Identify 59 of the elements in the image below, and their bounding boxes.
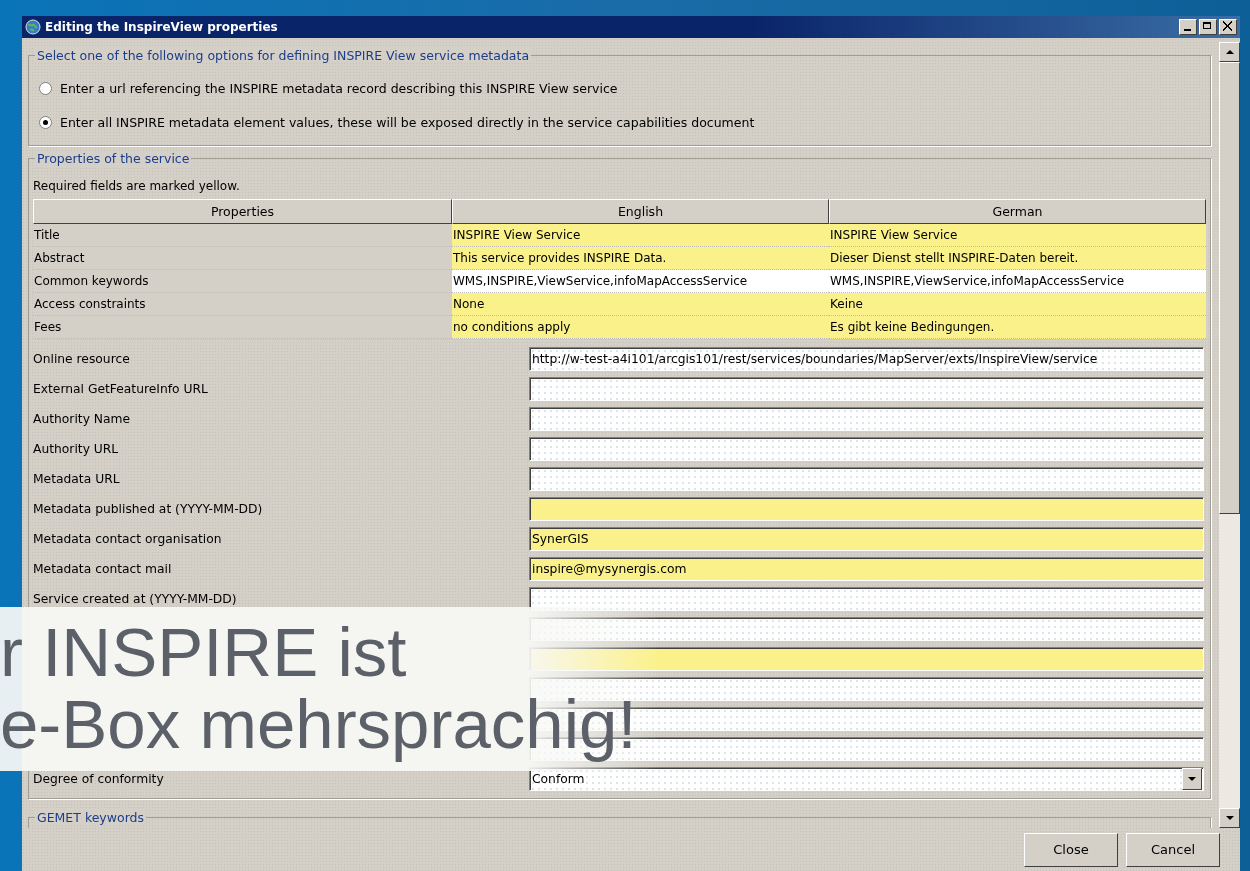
dialog-button[interactable]: Close — [1024, 832, 1118, 867]
table-cell: no conditions apply — [452, 316, 829, 339]
table-cell: WMS,INSPIRE,ViewService,infoMapAccessService — [829, 270, 1206, 293]
table-cell: Abstract — [33, 247, 452, 270]
close-button[interactable] — [1219, 19, 1237, 35]
input-field[interactable] — [529, 617, 1204, 641]
scroll-up-button[interactable] — [1219, 42, 1240, 62]
table-cell: Keine — [829, 293, 1206, 316]
field-label: Authority Name — [33, 412, 132, 426]
maximize-button[interactable] — [1199, 19, 1217, 35]
input-field[interactable] — [529, 377, 1204, 401]
window-title: Editing the InspireView properties — [45, 20, 279, 34]
table-cell: Es gibt keine Bedingungen. — [829, 316, 1206, 339]
radio-option[interactable]: Enter all INSPIRE metadata element values, these will be exposed directly in the service capabilities document — [39, 105, 1206, 139]
field-label: Metadata contact mail — [33, 562, 173, 576]
field-label: Metadata published at (YYYY-MM-DD) — [33, 502, 264, 516]
field-label: Service created at (YYYY-MM-DD) — [33, 592, 238, 606]
input-field[interactable] — [529, 407, 1204, 431]
scrollbar[interactable] — [1219, 42, 1240, 828]
column-header[interactable]: English — [452, 199, 829, 224]
hint-text: Required fields are marked yellow. — [33, 178, 241, 195]
table-cell: Title — [33, 224, 452, 247]
table-cell: INSPIRE View Service — [829, 224, 1206, 247]
column-header[interactable]: German — [829, 199, 1206, 224]
scroll-thumb[interactable] — [1219, 62, 1240, 514]
table-cell: Access constraints — [33, 293, 452, 316]
field-label: Online resource — [33, 352, 131, 366]
input-field[interactable] — [529, 437, 1204, 461]
table-cell: None — [452, 293, 829, 316]
input-field[interactable] — [529, 497, 1204, 521]
input-field[interactable] — [529, 587, 1204, 611]
minimize-button[interactable] — [1179, 19, 1197, 35]
input-field[interactable]: inspire@mysynergis.com — [529, 557, 1204, 581]
input-field[interactable]: http://w-test-a4i101/arcgis101/rest/services/boundaries/MapServer/exts/InspireView/service — [529, 347, 1204, 371]
field-label: Authority URL — [33, 442, 120, 456]
field-label: External GetFeatureInfo URL — [33, 382, 209, 396]
table-cell: Fees — [33, 316, 452, 339]
field-label: Metadata URL — [33, 472, 121, 486]
radio-option[interactable]: Enter a url referencing the INSPIRE metadata record describing this INSPIRE View service — [39, 71, 1206, 105]
field-label: Degree of conformity — [33, 772, 165, 786]
group-legend: GEMET keywords — [35, 810, 146, 825]
caption-text: r INSPIRE ist — [0, 617, 408, 689]
table-cell: INSPIRE View Service — [452, 224, 829, 247]
table-cell: Common keywords — [33, 270, 452, 293]
input-field[interactable] — [529, 467, 1204, 491]
globe-icon — [25, 19, 41, 35]
input-field[interactable] — [529, 647, 1204, 671]
scroll-down-button[interactable] — [1219, 808, 1240, 828]
table-cell: This service provides INSPIRE Data. — [452, 247, 829, 270]
dialog-button[interactable]: Cancel — [1126, 832, 1220, 867]
input-field[interactable]: SynerGIS — [529, 527, 1204, 551]
column-header[interactable]: Properties — [33, 199, 452, 224]
caption-text: e-Box mehrsprachig! — [0, 689, 638, 761]
dropdown[interactable]: Conform — [529, 767, 1204, 791]
table-cell: WMS,INSPIRE,ViewService,infoMapAccessService — [452, 270, 829, 293]
group-legend: Properties of the service — [35, 151, 192, 166]
group-legend: Select one of the following options for defining INSPIRE View service metadata — [35, 48, 532, 63]
table-cell: Dieser Dienst stellt INSPIRE-Daten bereit. — [829, 247, 1206, 270]
field-label: Metadata contact organisation — [33, 532, 223, 546]
